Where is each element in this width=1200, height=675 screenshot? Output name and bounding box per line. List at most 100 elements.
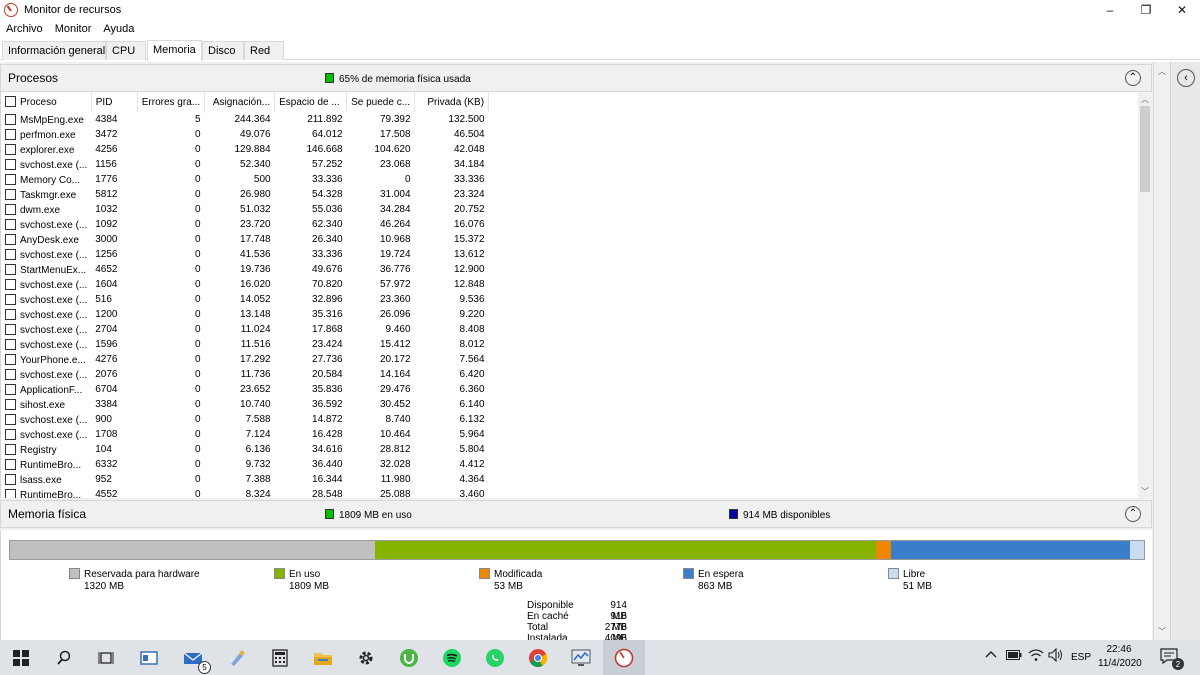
process-checkbox[interactable] bbox=[5, 263, 16, 275]
language-indicator[interactable]: ESP bbox=[1071, 652, 1091, 663]
notifications-icon[interactable]: 2 bbox=[1160, 648, 1184, 670]
menu-archivo[interactable]: Archivo bbox=[0, 23, 49, 35]
table-row[interactable]: svchost.exe (... 1596 0 11.516 23.424 15.412 8… bbox=[1, 337, 489, 352]
main-scrollbar[interactable]: ︿ ﹀ bbox=[1153, 62, 1169, 640]
process-checkbox[interactable] bbox=[5, 323, 16, 335]
calculator-icon[interactable] bbox=[268, 646, 292, 670]
process-checkbox[interactable] bbox=[5, 443, 16, 455]
table-row[interactable]: perfmon.exe 3472 0 49.076 64.012 17.508 46.504 bbox=[1, 127, 489, 142]
table-row[interactable]: svchost.exe (... 1708 0 7.124 16.428 10.464 5.… bbox=[1, 427, 489, 442]
process-checkbox[interactable] bbox=[5, 128, 16, 140]
settings-gear-icon[interactable] bbox=[354, 646, 378, 670]
process-checkbox[interactable] bbox=[5, 248, 16, 260]
column-header-se-puede-compartir[interactable]: Se puede c... bbox=[346, 92, 416, 112]
table-row[interactable]: Registry 104 0 6.136 34.616 28.812 5.804 bbox=[1, 442, 489, 457]
process-checkbox[interactable] bbox=[5, 308, 16, 320]
process-checkbox[interactable] bbox=[5, 488, 16, 498]
task-view-icon[interactable] bbox=[94, 646, 118, 670]
tab-memoria[interactable]: Memoria bbox=[147, 40, 202, 61]
system-clock[interactable]: 22:46 11/4/2020 bbox=[1098, 643, 1142, 671]
select-all-checkbox[interactable] bbox=[5, 96, 16, 107]
process-checkbox[interactable] bbox=[5, 278, 16, 290]
mail-icon[interactable]: 5 bbox=[181, 646, 211, 674]
tab-disco[interactable]: Disco bbox=[202, 41, 244, 60]
procesos-header[interactable]: Procesos 65% de memoria física usada ⌃ bbox=[0, 64, 1152, 92]
process-checkbox[interactable] bbox=[5, 158, 16, 170]
process-checkbox[interactable] bbox=[5, 383, 16, 395]
file-explorer-icon[interactable] bbox=[311, 646, 335, 670]
resource-monitor-taskbar-icon[interactable] bbox=[612, 646, 636, 670]
window-app-icon[interactable] bbox=[137, 646, 161, 670]
table-row[interactable]: svchost.exe (... 2704 0 11.024 17.868 9.460 8.… bbox=[1, 322, 489, 337]
process-checkbox[interactable] bbox=[5, 293, 16, 305]
whatsapp-icon[interactable] bbox=[483, 646, 507, 670]
process-checkbox[interactable] bbox=[5, 113, 16, 125]
table-row[interactable]: lsass.exe 952 0 7.388 16.344 11.980 4.364 bbox=[1, 472, 489, 487]
utorrent-icon[interactable] bbox=[397, 646, 421, 670]
windows-start-icon[interactable] bbox=[9, 646, 33, 670]
table-row[interactable]: svchost.exe (... 1092 0 23.720 62.340 46.264 1… bbox=[1, 217, 489, 232]
menu-monitor[interactable]: Monitor bbox=[49, 23, 98, 35]
tab-informacion-general[interactable]: Información general bbox=[2, 41, 106, 60]
process-checkbox[interactable] bbox=[5, 203, 16, 215]
table-row[interactable]: svchost.exe (... 1604 0 16.020 70.820 57.972 1… bbox=[1, 277, 489, 292]
spotify-icon[interactable] bbox=[440, 646, 464, 670]
process-checkbox[interactable] bbox=[5, 458, 16, 470]
collapse-memoria-button[interactable]: ⌃ bbox=[1125, 506, 1141, 522]
performance-monitor-icon[interactable] bbox=[569, 646, 593, 670]
process-checkbox[interactable] bbox=[5, 398, 16, 410]
expand-graphs-button[interactable]: ‹ bbox=[1177, 69, 1195, 87]
table-row[interactable]: RuntimeBro... 6332 0 9.732 36.440 32.028 4.412 bbox=[1, 457, 489, 472]
table-row[interactable]: Taskmgr.exe 5812 0 26.980 54.328 31.004 23.324 bbox=[1, 187, 489, 202]
table-row[interactable]: sihost.exe 3384 0 10.740 36.592 30.452 6.140 bbox=[1, 397, 489, 412]
procesos-scrollbar[interactable]: ︿ ﹀ bbox=[1138, 92, 1152, 498]
column-header-pid[interactable]: PID bbox=[91, 92, 138, 112]
main-scroll-up-icon[interactable]: ︿ bbox=[1154, 64, 1170, 78]
chrome-icon[interactable] bbox=[526, 646, 550, 670]
paint-icon[interactable] bbox=[225, 646, 249, 670]
volume-icon[interactable] bbox=[1048, 647, 1064, 665]
show-hidden-icons[interactable] bbox=[985, 649, 997, 662]
table-row[interactable]: svchost.exe (... 1200 0 13.148 35.316 26.096 9… bbox=[1, 307, 489, 322]
scroll-down-icon[interactable]: ﹀ bbox=[1138, 484, 1152, 498]
process-checkbox[interactable] bbox=[5, 353, 16, 365]
table-row[interactable]: svchost.exe (... 516 0 14.052 32.896 23.360 9.… bbox=[1, 292, 489, 307]
table-row[interactable]: dwm.exe 1032 0 51.032 55.036 34.284 20.752 bbox=[1, 202, 489, 217]
process-checkbox[interactable] bbox=[5, 368, 16, 380]
process-checkbox[interactable] bbox=[5, 428, 16, 440]
scroll-thumb[interactable] bbox=[1140, 106, 1150, 192]
process-checkbox[interactable] bbox=[5, 173, 16, 185]
process-checkbox[interactable] bbox=[5, 338, 16, 350]
table-row[interactable]: Memory Co... 1776 0 500 33.336 0 33.336 bbox=[1, 172, 489, 187]
scroll-up-icon[interactable]: ︿ bbox=[1138, 92, 1152, 106]
process-checkbox[interactable] bbox=[5, 188, 16, 200]
table-row[interactable]: svchost.exe (... 2076 0 11.736 20.584 14.164 6… bbox=[1, 367, 489, 382]
wifi-icon[interactable] bbox=[1028, 648, 1044, 665]
table-row[interactable]: svchost.exe (... 1256 0 41.536 33.336 19.724 1… bbox=[1, 247, 489, 262]
column-header-proceso[interactable]: Proceso bbox=[1, 92, 92, 112]
column-header-asignacion[interactable]: Asignación... bbox=[204, 92, 276, 112]
maximize-button[interactable]: ❐ bbox=[1128, 0, 1164, 20]
memoria-fisica-header[interactable]: Memoria física 1809 MB en uso 914 MB dis… bbox=[0, 500, 1152, 528]
main-scroll-down-icon[interactable]: ﹀ bbox=[1154, 624, 1170, 638]
battery-icon[interactable] bbox=[1006, 650, 1022, 663]
tab-cpu[interactable]: CPU bbox=[106, 41, 146, 60]
table-row[interactable]: StartMenuEx... 4652 0 19.736 49.676 36.776 12.… bbox=[1, 262, 489, 277]
close-button[interactable]: ✕ bbox=[1164, 0, 1200, 20]
menu-ayuda[interactable]: Ayuda bbox=[97, 23, 140, 35]
column-header-errores[interactable]: Errores gra... bbox=[137, 92, 206, 112]
table-row[interactable]: svchost.exe (... 900 0 7.588 14.872 8.740 6.13… bbox=[1, 412, 489, 427]
process-checkbox[interactable] bbox=[5, 473, 16, 485]
search-icon[interactable] bbox=[52, 646, 76, 670]
process-checkbox[interactable] bbox=[5, 143, 16, 155]
table-row[interactable]: svchost.exe (... 1156 0 52.340 57.252 23.068 3… bbox=[1, 157, 489, 172]
table-row[interactable]: AnyDesk.exe 3000 0 17.748 26.340 10.968 15.372 bbox=[1, 232, 489, 247]
collapse-procesos-button[interactable]: ⌃ bbox=[1125, 70, 1141, 86]
table-row[interactable]: explorer.exe 4256 0 129.884 146.668 104.620 42… bbox=[1, 142, 489, 157]
table-row[interactable]: RuntimeBro... 4552 0 8.324 28.548 25.088 3.460 bbox=[1, 487, 489, 498]
process-checkbox[interactable] bbox=[5, 233, 16, 245]
column-header-privada[interactable]: ﹀ Privada (KB) bbox=[414, 92, 490, 112]
minimize-button[interactable]: – bbox=[1092, 0, 1128, 20]
column-header-espacio[interactable]: Espacio de ... bbox=[274, 92, 348, 112]
table-row[interactable]: YourPhone.e... 4276 0 17.292 27.736 20.172 7.5… bbox=[1, 352, 489, 367]
